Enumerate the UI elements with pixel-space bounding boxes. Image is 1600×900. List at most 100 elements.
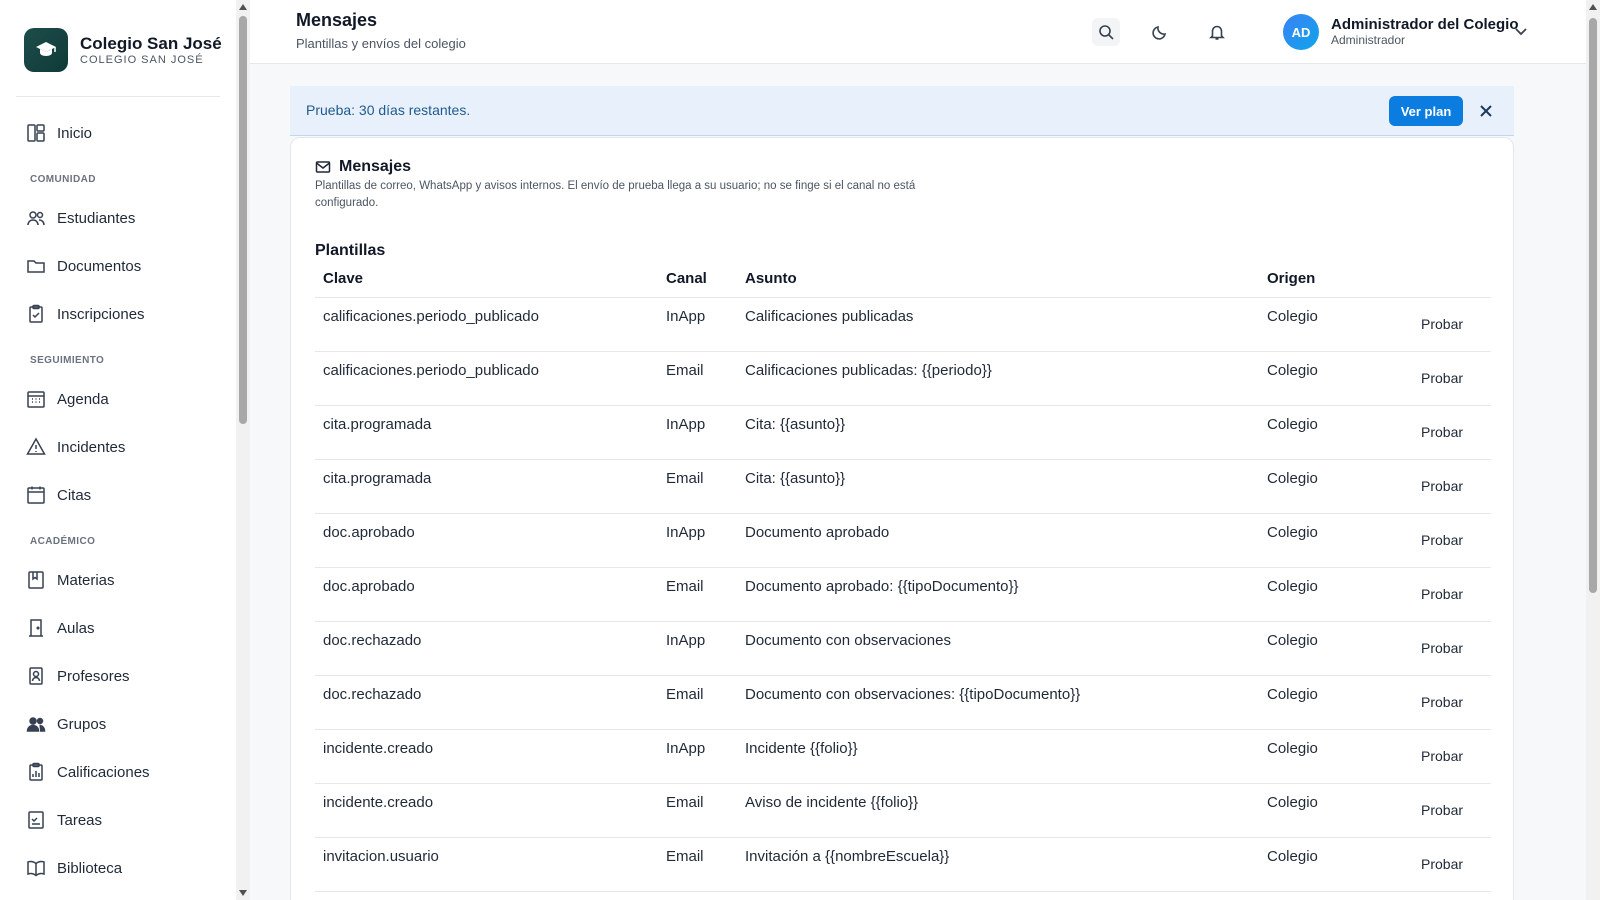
cell-asunto: Documento aprobado xyxy=(745,524,890,541)
theme-toggle-button[interactable] xyxy=(1146,18,1174,46)
sidebar-item-inicio[interactable]: Inicio xyxy=(26,121,92,145)
page-title: Mensajes xyxy=(296,10,378,30)
section-title-comunidad: COMUNIDAD xyxy=(30,174,96,185)
sidebar-item-tareas[interactable]: Tareas xyxy=(26,808,102,832)
probar-button[interactable]: Probar xyxy=(1421,316,1463,332)
cell-origen: Colegio xyxy=(1267,794,1318,811)
sidebar-item-estudiantes[interactable]: Estudiantes xyxy=(26,206,135,230)
table-row: invitacion.usuario Email Invitación a {{no… xyxy=(315,838,1491,892)
top-header: Mensajes Plantillas y envíos del colegio… xyxy=(250,0,1586,64)
close-banner-button[interactable] xyxy=(1478,103,1494,119)
cell-origen: Colegio xyxy=(1267,470,1318,487)
cell-clave: doc.aprobado xyxy=(323,578,415,595)
divider xyxy=(16,96,220,97)
sidebar-item-profesores[interactable]: Profesores xyxy=(26,664,130,688)
user-name[interactable]: Administrador del Colegio xyxy=(1331,16,1519,33)
sidebar-item-citas[interactable]: Citas xyxy=(26,483,91,507)
cell-asunto: Aviso de incidente {{folio}} xyxy=(745,794,919,811)
main-scrollbar-thumb[interactable] xyxy=(1589,18,1597,593)
cell-clave: incidente.creado xyxy=(323,794,434,811)
probar-button[interactable]: Probar xyxy=(1421,856,1463,872)
main-scrollbar[interactable] xyxy=(1586,0,1600,900)
probar-button[interactable]: Probar xyxy=(1421,424,1463,440)
cell-origen: Colegio xyxy=(1267,524,1318,541)
scroll-down-arrow[interactable] xyxy=(239,890,247,896)
cell-clave: doc.rechazado xyxy=(323,686,422,703)
sidebar-item-inscripciones[interactable]: Inscripciones xyxy=(26,302,145,326)
sidebar-item-grupos[interactable]: Grupos xyxy=(26,712,106,736)
cell-canal: Email xyxy=(666,578,704,595)
probar-button[interactable]: Probar xyxy=(1421,640,1463,656)
cell-asunto: Calificaciones publicadas: {{periodo}} xyxy=(745,362,992,379)
chevron-down-icon xyxy=(1515,28,1527,36)
sidebar-item-label: Agenda xyxy=(57,390,109,408)
sidebar-item-documentos[interactable]: Documentos xyxy=(26,254,141,278)
avatar[interactable]: AD xyxy=(1283,14,1319,50)
probar-button[interactable]: Probar xyxy=(1421,532,1463,548)
cell-clave: calificaciones.periodo_publicado xyxy=(323,308,539,325)
table-row: doc.rechazado Email Documento con observac… xyxy=(315,676,1491,730)
probar-button[interactable]: Probar xyxy=(1421,748,1463,764)
group-icon xyxy=(26,717,46,732)
probar-button[interactable]: Probar xyxy=(1421,478,1463,494)
cell-asunto: Invitación a {{nombreEscuela}} xyxy=(745,848,950,865)
user-menu-toggle[interactable] xyxy=(1512,22,1530,40)
bell-icon xyxy=(1209,25,1225,40)
sidebar-item-label: Inscripciones xyxy=(57,305,145,323)
cell-clave: incidente.creado xyxy=(323,740,434,757)
table-row: incidente.creado InApp Incidente {{folio}}… xyxy=(315,730,1491,784)
checklist-icon xyxy=(28,811,44,829)
templates-section-title: Plantillas xyxy=(315,242,386,259)
sidebar-item-materias[interactable]: Materias xyxy=(26,568,115,592)
sidebar-item-label: Inicio xyxy=(57,124,93,142)
sidebar-item-label: Incidentes xyxy=(57,438,126,456)
table-row: calificaciones.periodo_publicado Email Cal… xyxy=(315,352,1491,406)
sidebar-item-calificaciones[interactable]: Calificaciones xyxy=(26,760,150,784)
sidebar-item-label: Profesores xyxy=(57,667,130,685)
graduation-cap-icon xyxy=(24,28,68,72)
warning-triangle-icon xyxy=(26,437,46,455)
users-icon xyxy=(27,211,45,226)
page-subtitle: Plantillas y envíos del colegio xyxy=(296,36,466,51)
sidebar-item-biblioteca[interactable]: Biblioteca xyxy=(26,856,122,880)
column-header-asunto[interactable]: Asunto xyxy=(745,270,797,287)
user-role: Administrador xyxy=(1331,33,1406,47)
cell-asunto: Documento con observaciones xyxy=(745,632,951,649)
column-header-canal[interactable]: Canal xyxy=(666,270,707,287)
sidebar-scrollbar-thumb[interactable] xyxy=(239,16,247,424)
search-button[interactable] xyxy=(1092,18,1120,46)
table-row: cita.programada Email Cita: {{asunto}} Cole… xyxy=(315,460,1491,514)
chart-clipboard-icon xyxy=(29,762,43,781)
table-row: cita.programada InApp Cita: {{asunto}} Cole… xyxy=(315,406,1491,460)
brand[interactable]: Colegio San José COLEGIO SAN JOSÉ xyxy=(24,28,222,72)
cell-canal: Email xyxy=(666,470,704,487)
section-title-seguimiento: SEGUIMIENTO xyxy=(30,355,105,366)
cell-canal: Email xyxy=(666,686,704,703)
door-icon xyxy=(29,619,43,637)
cell-origen: Colegio xyxy=(1267,308,1318,325)
scroll-up-arrow[interactable] xyxy=(1589,4,1597,10)
probar-button[interactable]: Probar xyxy=(1421,802,1463,818)
book-flag-icon xyxy=(28,571,44,589)
close-icon xyxy=(1480,105,1492,117)
mail-icon xyxy=(315,161,331,173)
probar-button[interactable]: Probar xyxy=(1421,694,1463,710)
sidebar-item-agenda[interactable]: Agenda xyxy=(26,387,109,411)
sidebar-item-aulas[interactable]: Aulas xyxy=(26,616,95,640)
cell-asunto: Incidente {{folio}} xyxy=(745,740,858,757)
cell-origen: Colegio xyxy=(1267,848,1318,865)
scroll-up-arrow[interactable] xyxy=(239,4,247,10)
notifications-button[interactable] xyxy=(1203,18,1231,46)
column-header-origen[interactable]: Origen xyxy=(1267,270,1315,287)
sidebar-scrollbar[interactable] xyxy=(236,0,250,900)
probar-button[interactable]: Probar xyxy=(1421,370,1463,386)
cell-origen: Colegio xyxy=(1267,362,1318,379)
probar-button[interactable]: Probar xyxy=(1421,586,1463,602)
cell-origen: Colegio xyxy=(1267,740,1318,757)
trial-banner: Prueba: 30 días restantes. Ver plan xyxy=(290,86,1514,136)
cell-origen: Colegio xyxy=(1267,578,1318,595)
sidebar-item-incidentes[interactable]: Incidentes xyxy=(26,435,125,459)
column-header-clave[interactable]: Clave xyxy=(323,270,363,287)
view-plan-button[interactable]: Ver plan xyxy=(1389,96,1463,126)
table-row: doc.aprobado InApp Documento aprobado Coleg… xyxy=(315,514,1491,568)
